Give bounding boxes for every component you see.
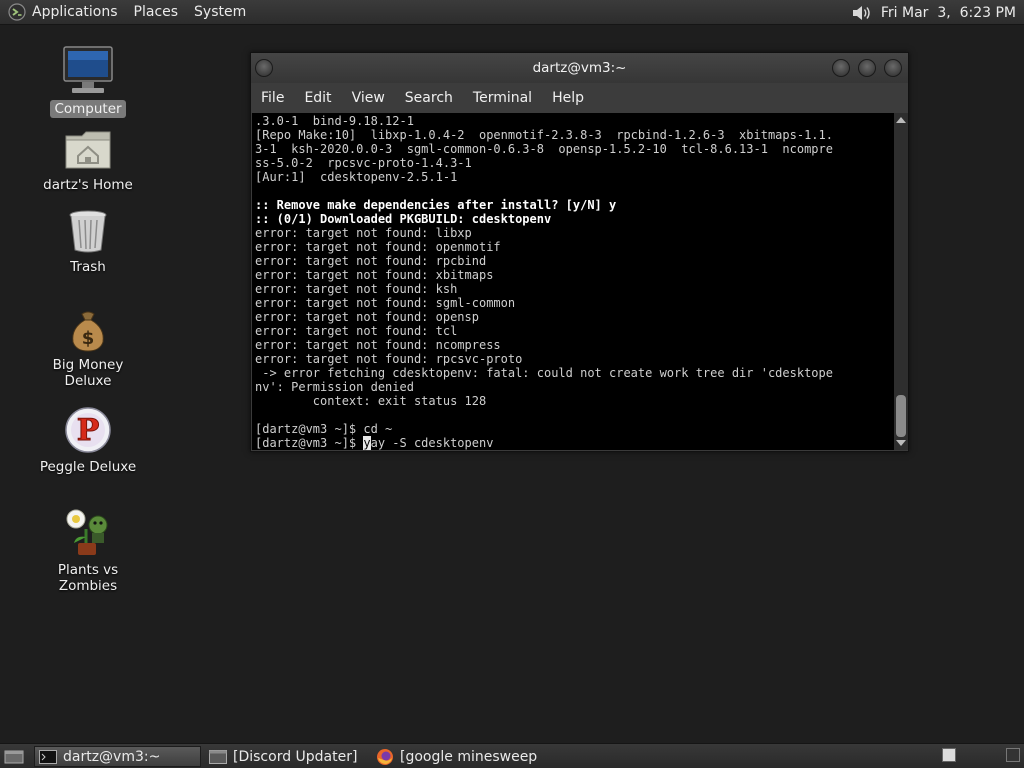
bottom-panel: dartz@vm3:~ [Discord Updater] [google mi… bbox=[0, 743, 1024, 768]
workspace-switcher-1[interactable] bbox=[942, 748, 956, 762]
icon-label: dartz's Home bbox=[43, 177, 133, 193]
text-cursor: y bbox=[363, 436, 371, 450]
menu-terminal[interactable]: Terminal bbox=[463, 90, 542, 106]
svg-text:P: P bbox=[77, 413, 100, 448]
terminal-line: 3-1 ksh-2020.0.0-3 sgml-common-0.6.3-8 o… bbox=[255, 142, 833, 156]
menu-file[interactable]: File bbox=[251, 90, 294, 106]
icon-label: Trash bbox=[70, 259, 106, 275]
workspace-switcher-2[interactable] bbox=[1006, 748, 1020, 762]
task-label: [google minesweep... bbox=[400, 748, 537, 765]
terminal-line: :: Remove make dependencies after instal… bbox=[255, 198, 617, 212]
close-button[interactable] bbox=[884, 59, 902, 77]
terminal-line: error: target not found: tcl bbox=[255, 324, 458, 338]
show-desktop-icon[interactable] bbox=[4, 748, 24, 764]
terminal-line: error: target not found: sgml-common bbox=[255, 296, 516, 310]
terminal-line: error: target not found: ncompress bbox=[255, 338, 501, 352]
applications-menu[interactable]: Applications bbox=[26, 4, 126, 20]
terminal-prompt-line[interactable]: [dartz@vm3 ~]$ yay -S cdesktopenv bbox=[255, 436, 894, 450]
icon-label: Big Money Deluxe bbox=[52, 357, 124, 389]
menu-search[interactable]: Search bbox=[395, 90, 463, 106]
task-label: [Discord Updater] bbox=[233, 748, 358, 765]
terminal-line: context: exit status 128 bbox=[255, 394, 487, 408]
menu-edit[interactable]: Edit bbox=[294, 90, 341, 106]
scroll-up-arrow-icon[interactable] bbox=[896, 117, 906, 123]
icon-label: Peggle Deluxe bbox=[39, 459, 137, 475]
window-title: dartz@vm3:~ bbox=[532, 60, 627, 76]
firefox-icon bbox=[377, 748, 393, 765]
maximize-button[interactable] bbox=[858, 59, 876, 77]
desktop-icon-computer[interactable]: Computer bbox=[33, 44, 143, 118]
terminal-line: ss-5.0-2 rpcsvc-proto-1.4.3-1 bbox=[255, 156, 472, 170]
task-label: dartz@vm3:~ bbox=[63, 748, 161, 765]
terminal-line: error: target not found: ksh bbox=[255, 282, 458, 296]
system-menu[interactable]: System bbox=[186, 4, 254, 20]
desktop-icon-big-money[interactable]: $ Big Money Deluxe bbox=[33, 310, 143, 390]
peggle-icon: P bbox=[65, 407, 111, 453]
scroll-thumb[interactable] bbox=[896, 395, 906, 437]
terminal-menubar: File Edit View Search Terminal Help bbox=[251, 83, 908, 113]
volume-icon[interactable] bbox=[851, 4, 873, 22]
terminal-line: error: target not found: opensp bbox=[255, 310, 479, 324]
terminal-line: -> error fetching cdesktopenv: fatal: co… bbox=[255, 366, 833, 380]
desktop-icon-peggle[interactable]: P Peggle Deluxe bbox=[33, 406, 143, 476]
plants-vs-zombies-icon bbox=[66, 509, 108, 555]
task-button-firefox[interactable]: [google minesweep... bbox=[372, 746, 537, 767]
distro-logo-icon[interactable] bbox=[8, 3, 26, 21]
terminal-line: .3.0-1 bind-9.18.12-1 bbox=[255, 114, 414, 128]
terminal-scrollbar[interactable] bbox=[894, 113, 908, 450]
places-menu[interactable]: Places bbox=[126, 4, 187, 20]
desktop-icon-trash[interactable]: Trash bbox=[33, 208, 143, 276]
terminal-line: [Repo Make:10] libxp-1.0.4-2 openmotif-2… bbox=[255, 128, 833, 142]
desktop-icon-plants-vs-zombies[interactable]: Plants vs Zombies bbox=[33, 505, 143, 595]
terminal-line: [dartz@vm3 ~]$ cd ~ bbox=[255, 422, 393, 436]
terminal-line: error: target not found: rpcbind bbox=[255, 254, 487, 268]
terminal-line: nv': Permission denied bbox=[255, 380, 414, 394]
terminal-line: :: (0/1) Downloaded PKGBUILD: cdesktopen… bbox=[255, 212, 552, 226]
terminal-line: error: target not found: rpcsvc-proto bbox=[255, 352, 523, 366]
menu-view[interactable]: View bbox=[342, 90, 395, 106]
menu-help[interactable]: Help bbox=[542, 90, 594, 106]
computer-icon bbox=[63, 46, 113, 93]
window-titlebar[interactable]: dartz@vm3:~ bbox=[251, 53, 908, 83]
terminal-window[interactable]: dartz@vm3:~ File Edit View Search Termin… bbox=[250, 52, 909, 452]
desktop-icon-home[interactable]: dartz's Home bbox=[33, 128, 143, 194]
terminal-line: error: target not found: libxp bbox=[255, 226, 472, 240]
terminal-line: [Aur:1] cdesktopenv-2.5.1-1 bbox=[255, 170, 458, 184]
minimize-button[interactable] bbox=[832, 59, 850, 77]
svg-text:$: $ bbox=[82, 328, 95, 349]
terminal-line: error: target not found: xbitmaps bbox=[255, 268, 494, 282]
icon-label: Plants vs Zombies bbox=[57, 562, 119, 594]
terminal-line: error: target not found: openmotif bbox=[255, 240, 501, 254]
task-button-discord-updater[interactable]: [Discord Updater] bbox=[205, 746, 365, 767]
icon-label: Computer bbox=[50, 100, 126, 118]
trash-icon bbox=[69, 210, 107, 253]
task-button-terminal[interactable]: dartz@vm3:~ bbox=[34, 746, 201, 767]
top-panel: Applications Places System Fri Mar 3, 6:… bbox=[0, 0, 1024, 25]
terminal-output[interactable]: .3.0-1 bind-9.18.12-1 [Repo Make:10] libx… bbox=[252, 113, 894, 450]
home-folder-icon bbox=[65, 131, 111, 169]
scroll-down-arrow-icon[interactable] bbox=[896, 440, 906, 446]
clock[interactable]: Fri Mar 3, 6:23 PM bbox=[881, 5, 1024, 21]
command-text: ay -S cdesktopenv bbox=[370, 436, 494, 450]
terminal-icon bbox=[39, 749, 57, 764]
prompt-text: [dartz@vm3 ~]$ bbox=[255, 436, 364, 450]
window-icon bbox=[209, 749, 227, 764]
money-bag-icon: $ bbox=[72, 311, 104, 352]
